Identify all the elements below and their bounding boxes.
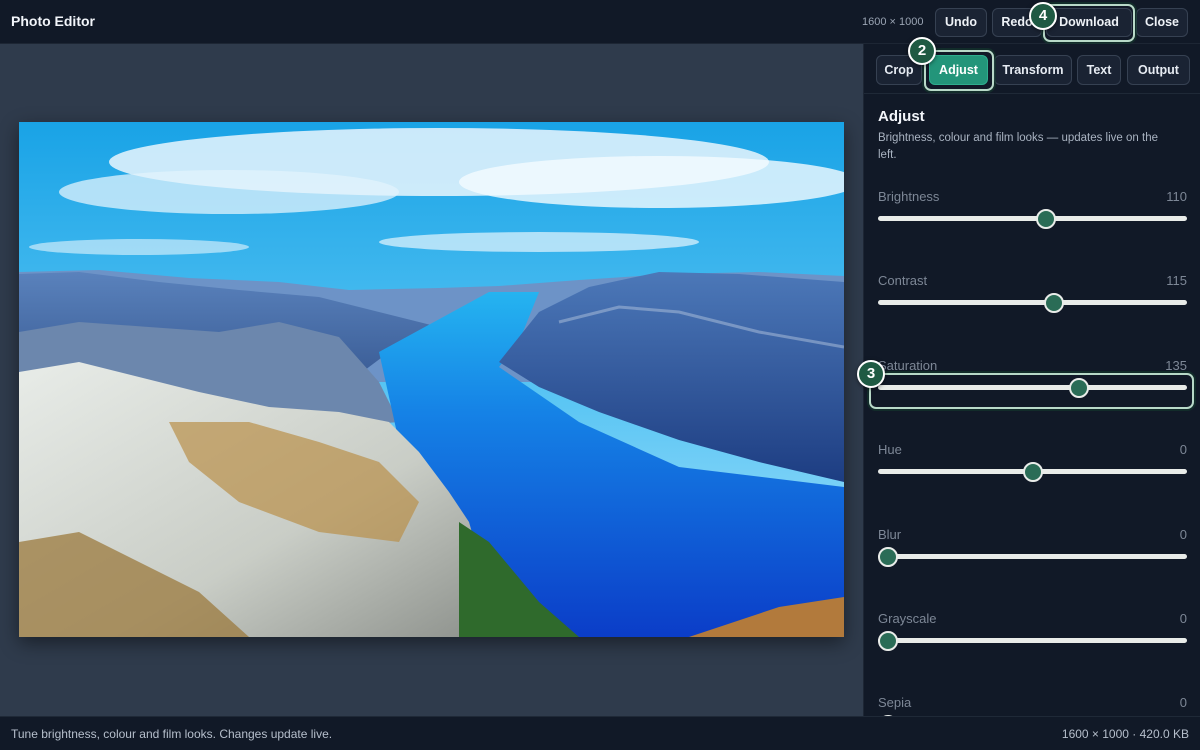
contrast-slider: Contrast 115	[878, 273, 1187, 333]
hue-slider: Hue 0	[878, 442, 1187, 502]
app-title: Photo Editor	[11, 13, 95, 29]
slider-label: Sepia	[878, 695, 912, 710]
slider-label: Blur	[878, 527, 902, 542]
file-info: 1600 × 1000 · 420.0 KB	[1061, 727, 1189, 741]
undo-button[interactable]: Undo	[935, 8, 987, 37]
photo-editor-app: Photo Editor 1600 × 1000 Undo Redo Downl…	[0, 0, 1200, 750]
step-badge-4: 4	[1029, 2, 1057, 30]
tab-output[interactable]: Output	[1127, 55, 1190, 85]
image-dimensions: 1600 × 1000	[862, 16, 924, 28]
slider-thumb[interactable]	[1068, 378, 1089, 398]
slider-value: 0	[1179, 611, 1187, 626]
edited-photo	[19, 122, 844, 637]
slider-thumb[interactable]	[1043, 293, 1064, 313]
blur-slider: Blur 0	[878, 527, 1187, 587]
slider-value: 135	[1165, 358, 1187, 373]
panel-description: Brightness, colour and film looks — upda…	[878, 132, 1158, 161]
slider-label: Brightness	[878, 189, 940, 204]
adjust-panel: Crop Adjust Transform Text Output Adjust…	[863, 44, 1200, 716]
slider-track[interactable]	[878, 300, 1187, 305]
slider-value: 115	[1166, 273, 1187, 288]
download-button[interactable]: Download	[1046, 8, 1132, 37]
grayscale-slider: Grayscale 0	[878, 611, 1187, 671]
canvas-area	[0, 44, 863, 716]
slider-value: 0	[1179, 695, 1187, 710]
slider-value: 0	[1179, 442, 1187, 457]
slider-value: 0	[1179, 527, 1187, 542]
close-button[interactable]: Close	[1136, 8, 1188, 37]
slider-track[interactable]	[878, 554, 1187, 559]
slider-track[interactable]	[878, 638, 1187, 643]
slider-track[interactable]	[878, 385, 1187, 390]
tab-transform[interactable]: Transform	[994, 55, 1072, 85]
brightness-slider: Brightness 110	[878, 189, 1187, 249]
slider-value: 110	[1166, 189, 1187, 204]
step-badge-2: 2	[908, 37, 936, 65]
slider-label: Contrast	[878, 273, 928, 288]
panel-heading: Adjust	[878, 108, 925, 125]
slider-label: Hue	[878, 442, 902, 457]
slider-thumb[interactable]	[1022, 462, 1043, 482]
top-bar: Photo Editor 1600 × 1000 Undo Redo Downl…	[0, 0, 1200, 44]
slider-thumb[interactable]	[1036, 209, 1057, 229]
slider-track[interactable]	[878, 216, 1187, 221]
tab-text[interactable]: Text	[1077, 55, 1121, 85]
saturation-slider: Saturation 135	[878, 358, 1187, 418]
slider-thumb[interactable]	[878, 631, 898, 651]
slider-label: Grayscale	[878, 611, 937, 626]
slider-label: Saturation	[878, 358, 938, 373]
tab-adjust[interactable]: Adjust	[929, 55, 988, 85]
status-message: Tune brightness, colour and film looks. …	[11, 727, 333, 741]
sepia-slider: Sepia 0	[878, 695, 1187, 716]
step-badge-3: 3	[857, 360, 885, 388]
status-bar: Tune brightness, colour and film looks. …	[0, 716, 1200, 750]
slider-thumb[interactable]	[878, 547, 898, 567]
